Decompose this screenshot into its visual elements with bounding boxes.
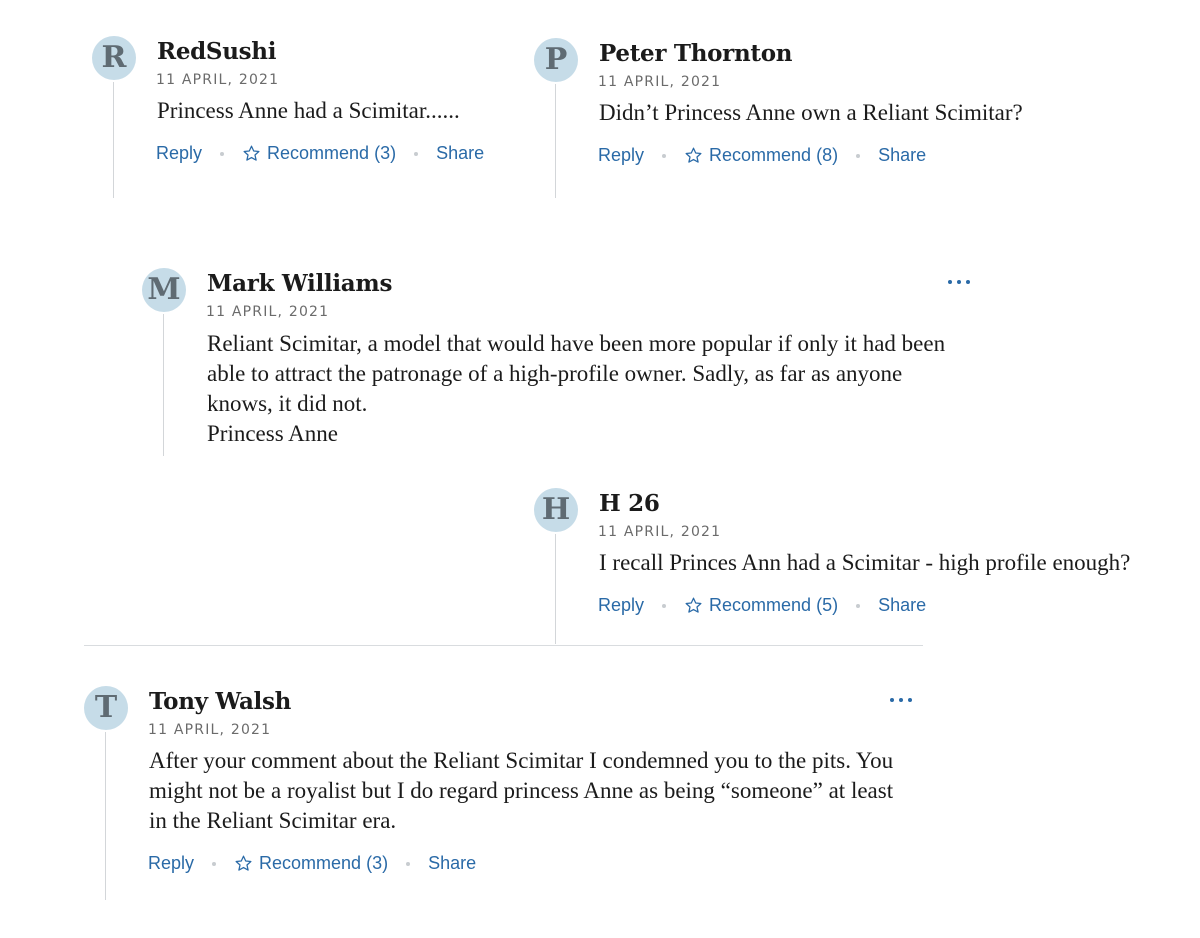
comment-body-line: Princess Anne [207, 421, 338, 446]
separator-dot [662, 603, 667, 608]
comment: M Mark Williams 11 APRIL, 2021 Reliant S… [142, 268, 982, 458]
thread-line [113, 82, 114, 198]
comment-body: Princess Anne had a Scimitar...... [157, 96, 460, 126]
star-icon [685, 597, 702, 613]
recommend-label: Recommend (5) [709, 595, 839, 615]
recommend-label: Recommend (3) [267, 143, 397, 163]
avatar[interactable]: M [142, 268, 186, 312]
thread-line [163, 314, 164, 456]
comment-date: 11 APRIL, 2021 [156, 72, 280, 88]
separator-dot [220, 151, 225, 156]
separator-dot [856, 153, 861, 158]
comment-body-line: Princess Anne had a Scimitar...... [157, 98, 460, 123]
avatar[interactable]: P [534, 38, 578, 82]
comment-body-line: able to attract the patronage of a high-… [207, 361, 903, 386]
thread-line [555, 84, 556, 198]
comment-body-line: I recall Princes Ann had a Scimitar - hi… [599, 550, 1131, 575]
share-button[interactable]: Share [878, 595, 926, 616]
comment-body-line: Reliant Scimitar, a model that would hav… [207, 331, 946, 356]
comment-body-line: knows, it did not. [207, 391, 368, 416]
star-icon [685, 147, 702, 163]
comment-author[interactable]: RedSushi [157, 38, 276, 65]
comment-actions: Reply Recommend (3) Share [156, 143, 484, 164]
comment-author[interactable]: H 26 [599, 490, 660, 517]
comment: T Tony Walsh 11 APRIL, 2021 After your c… [84, 686, 924, 902]
share-button[interactable]: Share [878, 145, 926, 166]
comment: R RedSushi 11 APRIL, 2021 Princess Anne … [92, 36, 512, 198]
share-button[interactable]: Share [436, 143, 484, 164]
comment-body-line: Didn’t Princess Anne own a Reliant Scimi… [599, 100, 1023, 125]
reply-button[interactable]: Reply [156, 143, 202, 164]
separator-dot [406, 861, 411, 866]
recommend-label: Recommend (8) [709, 145, 839, 165]
reply-button[interactable]: Reply [148, 853, 194, 874]
thread-line [555, 534, 556, 644]
comment-date: 11 APRIL, 2021 [598, 74, 722, 90]
recommend-button[interactable]: Recommend (3) [242, 143, 396, 164]
comment-actions: Reply Recommend (5) Share [598, 595, 926, 616]
comment-body: Didn’t Princess Anne own a Reliant Scimi… [599, 98, 1023, 128]
recommend-label: Recommend (3) [259, 853, 389, 873]
comment-body-line: After your comment about the Reliant Sci… [149, 748, 894, 773]
comment-author[interactable]: Tony Walsh [149, 688, 291, 715]
separator-dot [662, 153, 667, 158]
separator-dot [414, 151, 419, 156]
comment-date: 11 APRIL, 2021 [148, 722, 272, 738]
comment-body: Reliant Scimitar, a model that would hav… [207, 329, 945, 449]
comment: H H 26 11 APRIL, 2021 I recall Princes A… [534, 488, 1174, 644]
recommend-button[interactable]: Recommend (5) [684, 595, 838, 616]
reply-button[interactable]: Reply [598, 145, 644, 166]
recommend-button[interactable]: Recommend (3) [234, 853, 388, 874]
avatar[interactable]: T [84, 686, 128, 730]
more-options-icon[interactable] [890, 694, 912, 706]
recommend-button[interactable]: Recommend (8) [684, 145, 838, 166]
divider [84, 645, 923, 646]
star-icon [243, 145, 260, 161]
star-icon [235, 855, 252, 871]
thread-line [105, 732, 106, 900]
avatar[interactable]: H [534, 488, 578, 532]
reply-button[interactable]: Reply [598, 595, 644, 616]
comment-actions: Reply Recommend (3) Share [148, 853, 476, 874]
comment-date: 11 APRIL, 2021 [206, 304, 330, 320]
comment-author[interactable]: Mark Williams [207, 270, 392, 297]
avatar[interactable]: R [92, 36, 136, 80]
comment-body: After your comment about the Reliant Sci… [149, 746, 893, 836]
comment-body-line: might not be a royalist but I do regard … [149, 778, 894, 803]
share-button[interactable]: Share [428, 853, 476, 874]
comment: P Peter Thornton 11 APRIL, 2021 Didn’t P… [534, 38, 1054, 198]
comment-body: I recall Princes Ann had a Scimitar - hi… [599, 548, 1130, 578]
comment-actions: Reply Recommend (8) Share [598, 145, 926, 166]
separator-dot [856, 603, 861, 608]
more-options-icon[interactable] [948, 276, 970, 288]
comment-body-line: in the Reliant Scimitar era. [149, 808, 397, 833]
comment-date: 11 APRIL, 2021 [598, 524, 722, 540]
separator-dot [212, 861, 217, 866]
comment-author[interactable]: Peter Thornton [599, 40, 793, 67]
